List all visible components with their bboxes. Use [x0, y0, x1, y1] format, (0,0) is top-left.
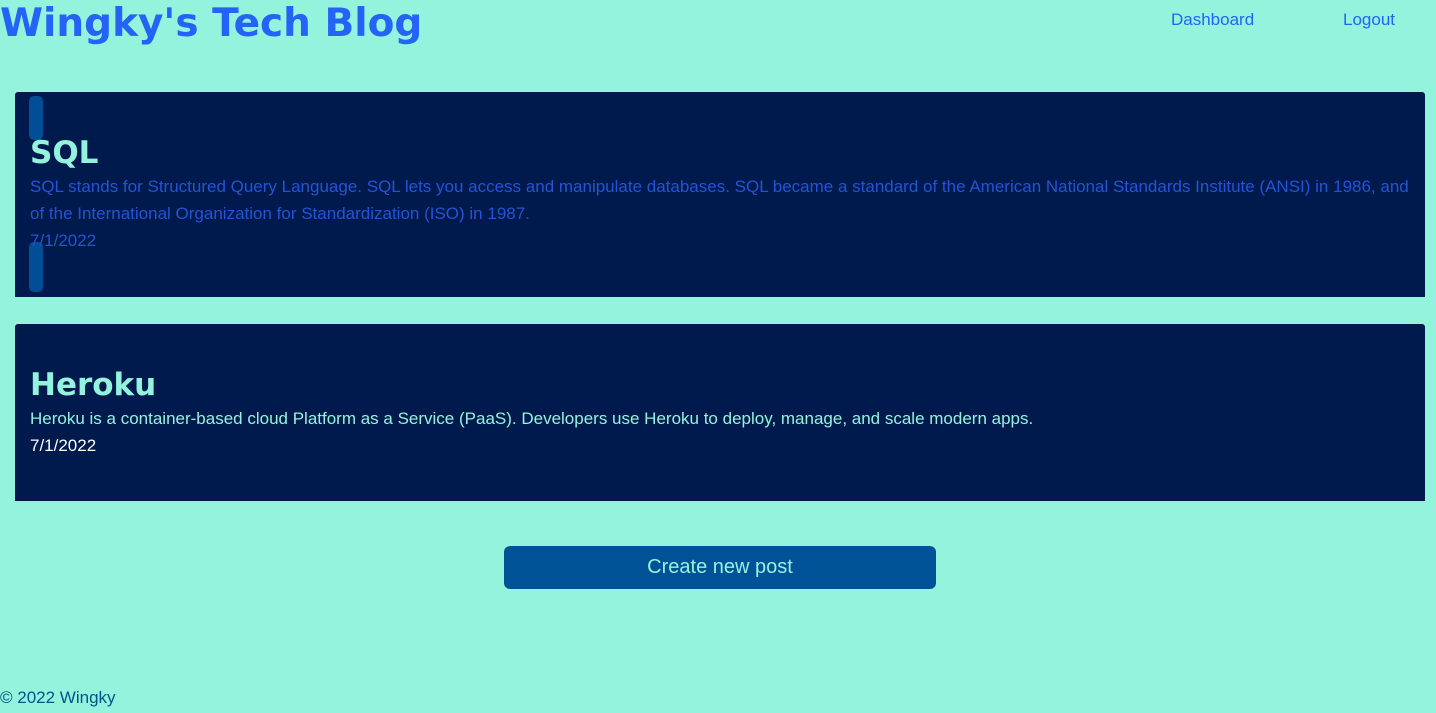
- create-post-button[interactable]: Create new post: [504, 546, 936, 589]
- post-date: 7/1/2022: [30, 436, 97, 455]
- site-title: Wingky's Tech Blog: [0, 1, 423, 46]
- post-body: Heroku is a container-based cloud Platfo…: [30, 409, 1034, 428]
- post-title: SQL: [30, 135, 99, 171]
- footer-copyright: © 2022 Wingky: [0, 688, 116, 707]
- post-body: SQL stands for Structured Query Language…: [30, 177, 1409, 223]
- nav-logout-link[interactable]: Logout: [1343, 8, 1395, 32]
- post-card-sql[interactable]: SQL SQL stands for Structured Query Lang…: [15, 92, 1425, 297]
- nav-dashboard-link[interactable]: Dashboard: [1171, 8, 1254, 32]
- post-card-heroku[interactable]: Heroku Heroku is a container-based cloud…: [15, 324, 1425, 501]
- post-title: Heroku: [30, 367, 157, 403]
- post-date: 7/1/2022: [30, 231, 97, 250]
